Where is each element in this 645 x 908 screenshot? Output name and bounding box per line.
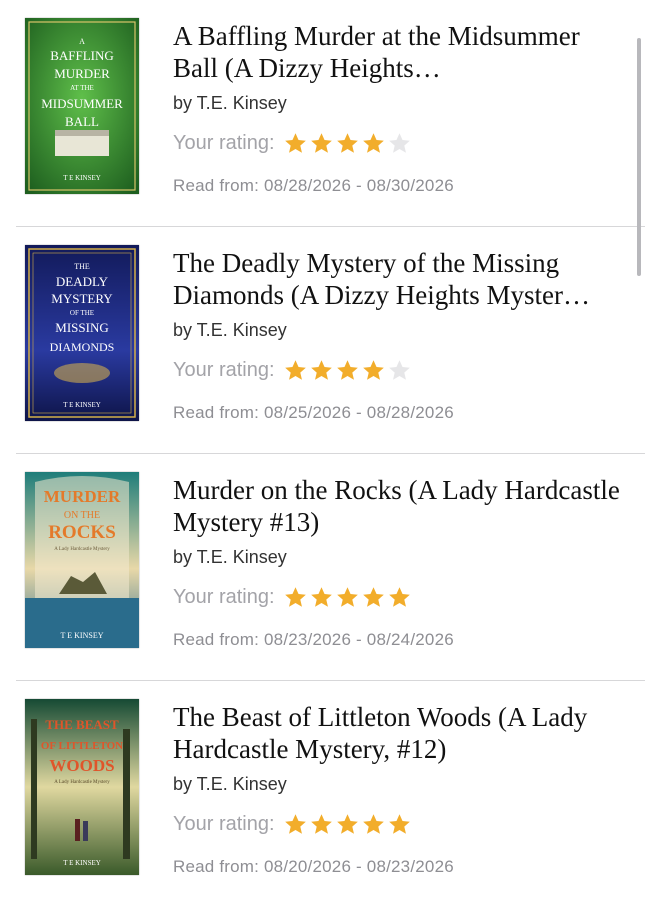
- star-filled-icon[interactable]: [283, 585, 308, 610]
- svg-text:BALL: BALL: [65, 114, 99, 129]
- book-cover-art: A BAFFLING MURDER AT THE MIDSUMMER BALL …: [25, 18, 139, 194]
- star-empty-icon[interactable]: [387, 358, 412, 383]
- star-filled-icon[interactable]: [361, 131, 386, 156]
- read-dates: Read from: 08/20/2026 - 08/23/2026: [173, 857, 454, 876]
- star-rating[interactable]: [283, 585, 413, 610]
- svg-text:THE BEAST: THE BEAST: [45, 717, 119, 732]
- star-empty-icon[interactable]: [387, 131, 412, 156]
- book-list-item[interactable]: THE DEADLY MYSTERY OF THE MISSING DIAMON…: [0, 227, 645, 454]
- book-list-item[interactable]: MURDER ON THE ROCKS A Lady Hardcastle My…: [0, 454, 645, 681]
- svg-text:THE: THE: [74, 262, 90, 271]
- star-filled-icon[interactable]: [361, 585, 386, 610]
- svg-text:T E KINSEY: T E KINSEY: [63, 174, 101, 182]
- star-filled-icon[interactable]: [335, 131, 360, 156]
- book-cover-art: THE BEAST OF LITTLETON WOODS A Lady Hard…: [25, 699, 139, 875]
- svg-text:A Lady Hardcastle Mystery: A Lady Hardcastle Mystery: [54, 780, 110, 785]
- star-filled-icon[interactable]: [361, 812, 386, 837]
- star-filled-icon[interactable]: [335, 358, 360, 383]
- svg-text:MURDER: MURDER: [44, 487, 121, 506]
- rating-row: Your rating:: [173, 585, 413, 610]
- book-author[interactable]: by T.E. Kinsey: [173, 547, 287, 568]
- book-title[interactable]: Murder on the Rocks (A Lady Hardcastle M…: [173, 474, 623, 538]
- rating-row: Your rating:: [173, 131, 413, 156]
- read-dates: Read from: 08/25/2026 - 08/28/2026: [173, 403, 454, 422]
- svg-text:AT THE: AT THE: [70, 84, 94, 92]
- book-author[interactable]: by T.E. Kinsey: [173, 93, 287, 114]
- star-filled-icon[interactable]: [387, 585, 412, 610]
- scrollbar[interactable]: [637, 38, 641, 276]
- book-title[interactable]: The Deadly Mystery of the Missing Diamon…: [173, 247, 623, 311]
- read-dates: Read from: 08/28/2026 - 08/30/2026: [173, 176, 454, 195]
- svg-text:MYSTERY: MYSTERY: [51, 291, 113, 306]
- rating-label: Your rating:: [173, 586, 275, 608]
- rating-label: Your rating:: [173, 132, 275, 154]
- star-rating[interactable]: [283, 131, 413, 156]
- read-dates: Read from: 08/23/2026 - 08/24/2026: [173, 630, 454, 649]
- book-cover[interactable]: A BAFFLING MURDER AT THE MIDSUMMER BALL …: [25, 18, 139, 194]
- star-filled-icon[interactable]: [283, 358, 308, 383]
- svg-text:T E KINSEY: T E KINSEY: [61, 631, 104, 640]
- star-filled-icon[interactable]: [361, 358, 386, 383]
- book-list: A BAFFLING MURDER AT THE MIDSUMMER BALL …: [0, 0, 645, 908]
- svg-text:OF THE: OF THE: [70, 309, 94, 317]
- star-filled-icon[interactable]: [309, 812, 334, 837]
- book-author[interactable]: by T.E. Kinsey: [173, 320, 287, 341]
- star-rating[interactable]: [283, 358, 413, 383]
- svg-text:DIAMONDS: DIAMONDS: [50, 340, 115, 354]
- book-title[interactable]: The Beast of Littleton Woods (A Lady Har…: [173, 701, 623, 765]
- svg-text:A: A: [79, 37, 85, 46]
- rating-label: Your rating:: [173, 359, 275, 381]
- book-cover[interactable]: THE DEADLY MYSTERY OF THE MISSING DIAMON…: [25, 245, 139, 421]
- star-filled-icon[interactable]: [309, 585, 334, 610]
- book-cover-art: THE DEADLY MYSTERY OF THE MISSING DIAMON…: [25, 245, 139, 421]
- star-rating[interactable]: [283, 812, 413, 837]
- svg-text:MURDER: MURDER: [54, 66, 110, 81]
- star-filled-icon[interactable]: [309, 131, 334, 156]
- svg-text:A Lady Hardcastle Mystery: A Lady Hardcastle Mystery: [54, 547, 110, 552]
- svg-text:MISSING: MISSING: [55, 320, 108, 335]
- star-filled-icon[interactable]: [335, 812, 360, 837]
- rating-row: Your rating:: [173, 358, 413, 383]
- svg-text:DEADLY: DEADLY: [56, 274, 109, 289]
- book-list-item[interactable]: THE BEAST OF LITTLETON WOODS A Lady Hard…: [0, 681, 645, 908]
- star-filled-icon[interactable]: [335, 585, 360, 610]
- star-filled-icon[interactable]: [283, 812, 308, 837]
- book-list-item[interactable]: A BAFFLING MURDER AT THE MIDSUMMER BALL …: [0, 0, 645, 227]
- rating-row: Your rating:: [173, 812, 413, 837]
- svg-text:WOODS: WOODS: [49, 756, 114, 775]
- svg-text:ON THE: ON THE: [64, 510, 100, 521]
- star-filled-icon[interactable]: [309, 358, 334, 383]
- svg-text:OF LITTLETON: OF LITTLETON: [41, 740, 123, 752]
- book-cover[interactable]: MURDER ON THE ROCKS A Lady Hardcastle My…: [25, 472, 139, 648]
- book-cover[interactable]: THE BEAST OF LITTLETON WOODS A Lady Hard…: [25, 699, 139, 875]
- svg-text:ROCKS: ROCKS: [48, 522, 116, 543]
- star-filled-icon[interactable]: [283, 131, 308, 156]
- svg-text:BAFFLING: BAFFLING: [50, 48, 114, 63]
- star-filled-icon[interactable]: [387, 812, 412, 837]
- rating-label: Your rating:: [173, 813, 275, 835]
- svg-text:T E KINSEY: T E KINSEY: [63, 401, 101, 409]
- svg-text:T E KINSEY: T E KINSEY: [63, 859, 101, 867]
- book-author[interactable]: by T.E. Kinsey: [173, 774, 287, 795]
- book-cover-art: MURDER ON THE ROCKS A Lady Hardcastle My…: [25, 472, 139, 648]
- book-title[interactable]: A Baffling Murder at the Midsummer Ball …: [173, 20, 623, 84]
- svg-text:MIDSUMMER: MIDSUMMER: [41, 96, 123, 111]
